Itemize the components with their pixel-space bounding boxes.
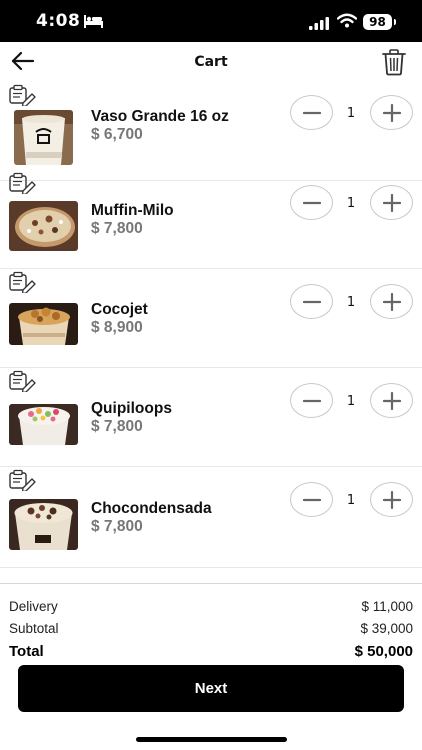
cart-item: Muffin-Milo $ 7,800 1 (0, 170, 422, 269)
decrease-quantity-button[interactable] (290, 284, 333, 319)
decrease-quantity-button[interactable] (290, 383, 333, 418)
product-image (9, 303, 78, 345)
delivery-value: $ 11,000 (361, 599, 413, 614)
decrease-quantity-button[interactable] (290, 482, 333, 517)
item-price: $ 7,800 (91, 220, 143, 237)
quantity-value: 1 (346, 394, 356, 409)
delivery-label: Delivery (9, 599, 58, 614)
minus-icon (303, 491, 321, 509)
item-name: Cocojet (91, 301, 148, 318)
quantity-value: 1 (346, 295, 356, 310)
note-edit-icon[interactable] (8, 84, 36, 106)
plus-icon (383, 293, 401, 311)
decrease-quantity-button[interactable] (290, 95, 333, 130)
minus-icon (303, 293, 321, 311)
decrease-quantity-button[interactable] (290, 185, 333, 220)
item-price: $ 6,700 (91, 126, 143, 143)
cart-item: Quipiloops $ 7,800 1 (0, 368, 422, 467)
increase-quantity-button[interactable] (370, 383, 413, 418)
status-time: 4:08 (36, 11, 81, 31)
page-title: Cart (194, 54, 228, 70)
quantity-value: 1 (346, 493, 356, 508)
minus-icon (303, 194, 321, 212)
product-image (14, 110, 73, 165)
quantity-value: 1 (346, 106, 356, 121)
cart-item: Cocojet $ 8,900 1 (0, 269, 422, 368)
subtotal-value: $ 39,000 (360, 621, 413, 636)
note-edit-icon[interactable] (8, 469, 36, 491)
plus-icon (383, 194, 401, 212)
product-image (9, 499, 78, 550)
cart-item: Chocondensada $ 7,800 1 (0, 467, 422, 568)
subtotal-label: Subtotal (9, 621, 59, 636)
increase-quantity-button[interactable] (370, 185, 413, 220)
item-name: Vaso Grande 16 oz (91, 108, 229, 125)
cart-item: Vaso Grande 16 oz $ 6,700 1 (0, 82, 422, 181)
product-image (9, 201, 78, 251)
increase-quantity-button[interactable] (370, 95, 413, 130)
note-edit-icon[interactable] (8, 370, 36, 392)
note-edit-icon[interactable] (8, 271, 36, 293)
header: Cart (0, 42, 422, 82)
item-price: $ 8,900 (91, 319, 143, 336)
item-name: Chocondensada (91, 500, 212, 517)
minus-icon (303, 392, 321, 410)
status-bar: 4:08 98 (0, 0, 422, 42)
plus-icon (383, 104, 401, 122)
product-image (9, 404, 78, 445)
increase-quantity-button[interactable] (370, 284, 413, 319)
minus-icon (303, 104, 321, 122)
total-label: Total (9, 643, 44, 660)
wifi-icon (336, 13, 358, 32)
item-price: $ 7,800 (91, 418, 143, 435)
cellular-signal-icon (309, 15, 329, 34)
battery-indicator: 98 (363, 14, 396, 30)
item-name: Muffin-Milo (91, 202, 174, 219)
summary-divider (0, 583, 422, 584)
plus-icon (383, 491, 401, 509)
trash-icon[interactable] (381, 48, 407, 76)
bed-icon (84, 13, 103, 32)
plus-icon (383, 392, 401, 410)
note-edit-icon[interactable] (8, 172, 36, 194)
quantity-value: 1 (346, 196, 356, 211)
next-button[interactable]: Next (18, 665, 404, 712)
increase-quantity-button[interactable] (370, 482, 413, 517)
home-indicator (136, 737, 287, 742)
item-price: $ 7,800 (91, 518, 143, 535)
total-value: $ 50,000 (354, 643, 413, 660)
item-name: Quipiloops (91, 400, 172, 417)
